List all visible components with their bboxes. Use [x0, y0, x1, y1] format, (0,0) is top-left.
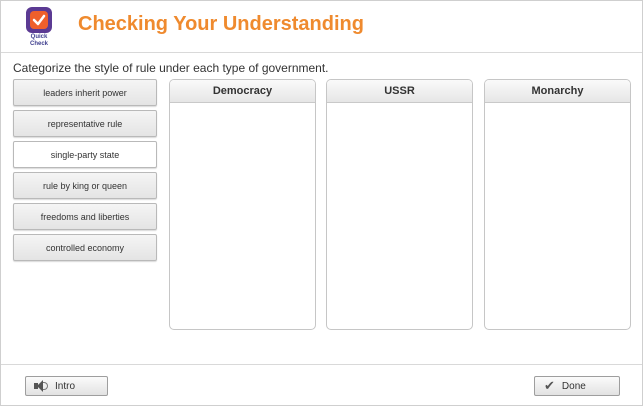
draggable-item-controlled-economy[interactable]: controlled economy — [13, 234, 157, 261]
page-title: Checking Your Understanding — [78, 13, 364, 35]
column-heading-democracy: Democracy — [170, 80, 315, 103]
done-button-label: Done — [561, 380, 586, 392]
draggable-item-single-party-state[interactable]: single-party state — [13, 141, 157, 168]
drop-zone-democracy[interactable] — [170, 103, 315, 329]
quick-check-logo-icon — [26, 7, 52, 33]
draggable-items-list: leaders inherit power representative rul… — [13, 79, 157, 265]
draggable-item-rule-by-king-or-queen[interactable]: rule by king or queen — [13, 172, 157, 199]
checkmark-box-icon — [30, 11, 48, 29]
column-heading-ussr: USSR — [327, 80, 472, 103]
quick-check-window: Quick Check Checking Your Understanding … — [0, 0, 643, 406]
instruction-text: Categorize the style of rule under each … — [13, 61, 329, 75]
footer-bar: Intro ✔ Done — [1, 364, 642, 405]
draggable-item-freedoms-and-liberties[interactable]: freedoms and liberties — [13, 203, 157, 230]
draggable-item-representative-rule[interactable]: representative rule — [13, 110, 157, 137]
logo-text-line1: Quick — [30, 34, 48, 40]
drop-zone-ussr[interactable] — [327, 103, 472, 329]
speaker-icon — [34, 380, 48, 392]
drop-column-ussr[interactable]: USSR — [326, 79, 473, 330]
draggable-item-leaders-inherit-power[interactable]: leaders inherit power — [13, 79, 157, 106]
intro-button-label: Intro — [55, 380, 76, 392]
quick-check-logo-text: Quick Check — [23, 34, 55, 48]
drop-column-democracy[interactable]: Democracy — [169, 79, 316, 330]
header-bar: Quick Check Checking Your Understanding — [1, 1, 642, 53]
drop-column-monarchy[interactable]: Monarchy — [484, 79, 631, 330]
logo-text-line2: Check — [29, 41, 48, 47]
drop-zone-monarchy[interactable] — [485, 103, 630, 329]
check-icon: ✔ — [544, 378, 555, 394]
intro-button[interactable]: Intro — [25, 376, 108, 396]
column-heading-monarchy: Monarchy — [485, 80, 630, 103]
done-button[interactable]: ✔ Done — [534, 376, 620, 396]
